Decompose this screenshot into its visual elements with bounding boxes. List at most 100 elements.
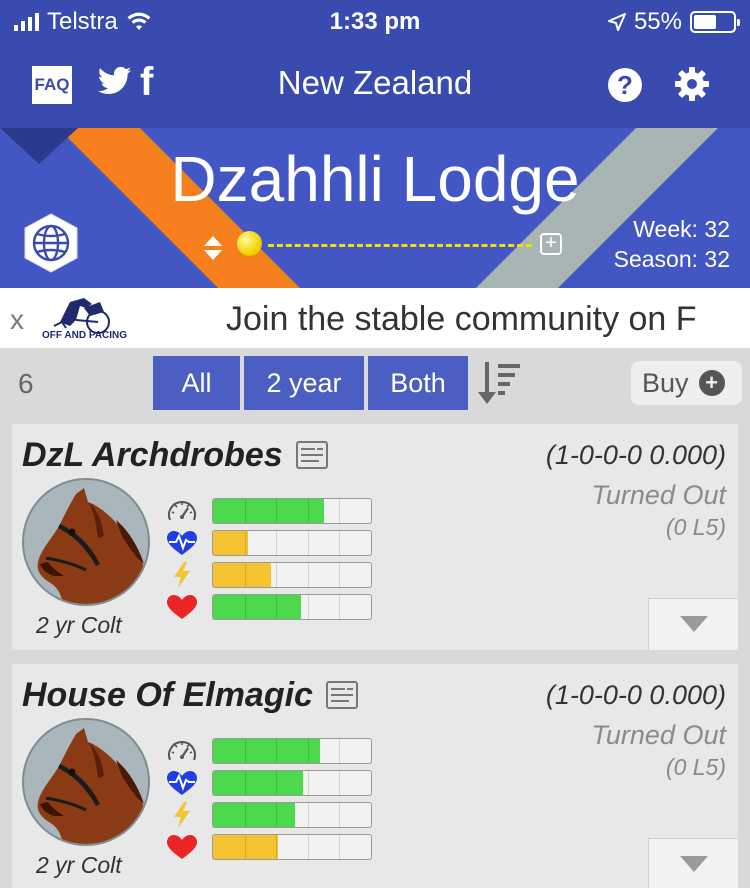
stat-bar-divider: [276, 771, 278, 795]
stat-bar: [212, 834, 372, 860]
stat-bar-divider: [307, 739, 309, 763]
speedometer-icon: [166, 498, 198, 524]
horse-avatar[interactable]: [22, 718, 150, 846]
nav-bar: FAQ f New Zealand ?: [0, 40, 750, 128]
stat-bar: [212, 562, 372, 588]
stat-bar: [212, 770, 372, 796]
stat-bar-divider: [244, 739, 246, 763]
notes-icon[interactable]: [325, 680, 359, 710]
stat-bar-divider: [244, 499, 246, 523]
speedometer-icon: [166, 738, 198, 764]
stat-bar-fill: [213, 595, 302, 619]
stat-bar-divider: [339, 803, 341, 827]
ad-logo-text: OFF AND PACING: [42, 330, 127, 341]
stat-row: [166, 834, 376, 860]
horse-description: 2 yr Colt: [36, 852, 122, 878]
sort-descending-icon[interactable]: [478, 360, 522, 406]
battery-icon: [690, 11, 740, 33]
horse-card[interactable]: House Of Elmagic (1-0-0-0 0.000) Turned …: [12, 664, 738, 888]
horse-name[interactable]: DzL Archdrobes: [22, 436, 283, 475]
stat-bar-divider: [307, 771, 309, 795]
stat-bar-fill: [213, 803, 296, 827]
chevron-down-icon: [680, 616, 708, 632]
stat-bar-divider: [276, 531, 278, 555]
ad-message[interactable]: Join the stable community on F: [226, 300, 697, 339]
ad-close-button[interactable]: x: [10, 304, 24, 336]
stat-bar-divider: [276, 739, 278, 763]
stat-bar-divider: [276, 595, 278, 619]
status-right: 55%: [607, 8, 740, 36]
horse-status: Turned Out: [591, 720, 726, 750]
season-value: 32: [704, 246, 730, 272]
stat-row: [166, 770, 376, 796]
plus-circle-icon: +: [698, 370, 725, 396]
expand-button[interactable]: [648, 598, 738, 650]
lightning-icon: [166, 562, 198, 588]
buy-button[interactable]: Buy +: [631, 361, 742, 405]
stat-bar-divider: [339, 499, 341, 523]
stat-row: [166, 562, 376, 588]
heartbeat-icon: [166, 770, 198, 796]
stat-bar-divider: [307, 531, 309, 555]
stat-bar-divider: [339, 835, 341, 859]
heart-icon: [166, 834, 198, 860]
stat-bar-fill: [213, 531, 248, 555]
ad-banner[interactable]: x OFF AND PACING Join the stable communi…: [0, 288, 750, 348]
stat-bar: [212, 530, 372, 556]
stat-bar-divider: [244, 835, 246, 859]
stat-row: [166, 530, 376, 556]
horse-name[interactable]: House Of Elmagic: [22, 676, 313, 715]
stat-bar-fill: [213, 563, 272, 587]
stat-bar-divider: [244, 563, 246, 587]
stat-bar: [212, 498, 372, 524]
buy-label: Buy: [642, 367, 689, 398]
stat-bar-divider: [307, 563, 309, 587]
sun-icon: [237, 231, 262, 256]
horse-head-image: [37, 728, 148, 844]
chevron-down-icon: [680, 856, 708, 872]
add-week-button[interactable]: +: [540, 233, 562, 255]
stat-bar-divider: [276, 835, 278, 859]
race-record: (1-0-0-0 0.000): [545, 680, 726, 710]
stat-bar: [212, 594, 372, 620]
stat-bar-divider: [276, 563, 278, 587]
notes-icon[interactable]: [295, 440, 329, 470]
expand-button[interactable]: [648, 838, 738, 888]
stat-bar-divider: [339, 595, 341, 619]
filter-2year-button[interactable]: 2 year: [244, 356, 364, 410]
last-five: (0 L5): [665, 754, 726, 780]
horse-head-image: [37, 488, 148, 604]
stat-bar-divider: [339, 563, 341, 587]
gear-icon[interactable]: [674, 66, 710, 102]
help-icon[interactable]: ?: [608, 68, 642, 102]
horse-count: 6: [18, 368, 34, 399]
stat-bar-divider: [339, 771, 341, 795]
stat-bar-divider: [307, 499, 309, 523]
stat-bar-divider: [244, 531, 246, 555]
stat-bar-divider: [276, 803, 278, 827]
stat-bar: [212, 802, 372, 828]
horse-status: Turned Out: [591, 480, 726, 510]
stat-bar-divider: [244, 803, 246, 827]
globe-icon[interactable]: [20, 212, 82, 274]
stat-bar-divider: [307, 803, 309, 827]
stat-row: [166, 738, 376, 764]
location-arrow-icon: [607, 13, 626, 31]
week-label: Week:: [633, 216, 699, 242]
heartbeat-icon: [166, 530, 198, 556]
week-value: 32: [704, 216, 730, 242]
stat-bar-divider: [307, 595, 309, 619]
stable-name: Dzahhli Lodge: [170, 143, 580, 215]
stat-bar-divider: [339, 739, 341, 763]
horse-avatar[interactable]: [22, 478, 150, 606]
stat-bar: [212, 738, 372, 764]
filter-both-button[interactable]: Both: [368, 356, 468, 410]
sort-updown-icon[interactable]: [203, 234, 223, 262]
horse-card[interactable]: DzL Archdrobes (1-0-0-0 0.000) Turned Ou…: [12, 424, 738, 650]
week-season-info: Week: 32 Season: 32: [614, 214, 730, 274]
race-record: (1-0-0-0 0.000): [545, 440, 726, 470]
season-label: Season:: [613, 246, 699, 272]
filter-all-button[interactable]: All: [153, 356, 240, 410]
stat-bar-divider: [276, 499, 278, 523]
stat-bar-divider: [339, 531, 341, 555]
